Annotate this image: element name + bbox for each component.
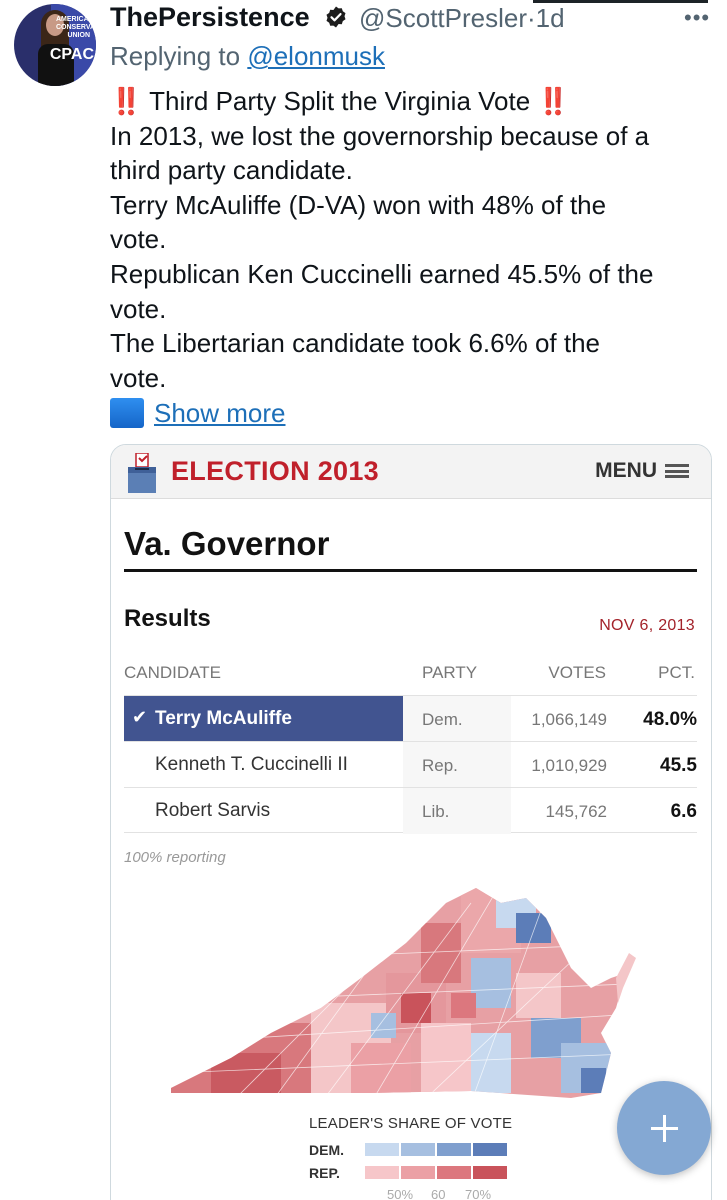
legend-dem-swatch: [365, 1143, 399, 1156]
votes: 1,010,929: [531, 756, 607, 775]
pct: 45.5: [660, 755, 697, 776]
legend-rep-swatch: [473, 1166, 507, 1179]
column-header-candidate: CANDIDATE: [124, 663, 221, 682]
results-date: NOV 6, 2013: [599, 617, 695, 634]
legend-dem-swatch: [401, 1143, 435, 1156]
replying-to-link[interactable]: @elonmusk: [247, 41, 385, 71]
candidate-cell: Robert Sarvis: [124, 788, 403, 834]
candidate-name: Terry McAuliffe: [155, 708, 292, 729]
legend-rep-label: REP.: [309, 1165, 340, 1181]
page-title: Va. Governor: [124, 525, 330, 562]
menu-label: MENU: [595, 459, 657, 482]
candidate-name: Robert Sarvis: [155, 800, 271, 821]
legend-tick: 50%: [387, 1187, 414, 1200]
legend-rep-swatch: [437, 1166, 471, 1179]
handle-time: @ScottPresler·1d: [359, 3, 565, 34]
separator: ·: [527, 3, 536, 33]
legend-tick: 70%: [465, 1187, 492, 1200]
tweet-line: The Libertarian candidate took 6.6% of t…: [110, 328, 600, 359]
checkmark-icon: ✔: [132, 707, 148, 727]
avatar-text-small: AMERICAN CONSERVATIVE UNION: [56, 16, 96, 39]
legend-dem-swatch: [437, 1143, 471, 1156]
show-more-row: Show more: [110, 396, 286, 430]
votes: 145,762: [545, 802, 607, 821]
table-row: Kenneth T. Cuccinelli II Rep. 1,010,929 …: [124, 741, 697, 788]
menu-button[interactable]: MENU: [595, 459, 689, 483]
tweet-line: Republican Ken Cuccinelli earned 45.5% o…: [110, 258, 654, 289]
tweet-line: Terry McAuliffe (D-VA) won with 48% of t…: [110, 189, 607, 220]
legend-dem-swatch: [473, 1143, 507, 1156]
show-more-link[interactable]: Show more: [154, 398, 286, 429]
pct: 48.0%: [643, 709, 697, 730]
legend-tick: 60: [431, 1187, 446, 1200]
party: Lib.: [422, 802, 450, 821]
results-heading: Results: [124, 605, 211, 632]
tweet-line: vote.: [110, 362, 167, 393]
avatar-text-large: CPAC: [49, 46, 94, 63]
column-header-party: PARTY: [422, 663, 478, 682]
avatar[interactable]: AMERICAN CONSERVATIVE UNION CPAC: [14, 4, 96, 86]
column-header-pct: PCT.: [658, 663, 695, 682]
party-cell: Rep.: [403, 742, 511, 788]
pct: 6.6: [670, 801, 697, 822]
virginia-county-map: [171, 888, 636, 1098]
verified-badge-icon: [326, 6, 346, 28]
tweet-text: ‼️ Third Party Split the Virginia Vote ‼…: [110, 84, 720, 395]
reporting-status: 100% reporting: [124, 849, 226, 866]
replying-prefix: Replying to: [110, 41, 241, 71]
more-options-icon[interactable]: •••: [684, 5, 710, 31]
replying-to: Replying to @elonmusk: [110, 41, 385, 72]
table-row: ✔ Terry McAuliffe Dem. 1,066,149 48.0%: [124, 695, 697, 742]
hamburger-icon: [665, 464, 689, 478]
tweet-line: third party candidate.: [110, 155, 353, 186]
candidate-name: Kenneth T. Cuccinelli II: [155, 754, 348, 775]
tweet-image[interactable]: ELECTION 2013 MENU Va. Governor Results …: [110, 444, 712, 1200]
tweet-line: vote.: [110, 224, 167, 255]
display-name[interactable]: ThePersistence: [110, 2, 310, 33]
legend-rep-swatch: [365, 1166, 399, 1179]
compose-button[interactable]: [617, 1081, 711, 1175]
column-header-votes: VOTES: [548, 663, 606, 682]
party-cell: Lib.: [403, 788, 511, 834]
tweet-line: vote.: [110, 293, 167, 324]
election-header: ELECTION 2013 MENU: [111, 445, 711, 499]
party: Dem.: [422, 710, 463, 729]
blue-square-icon: [110, 398, 144, 428]
tweet-line: ‼️ Third Party Split the Virginia Vote ‼…: [110, 86, 570, 116]
title-divider: [124, 569, 697, 572]
legend-dem-label: DEM.: [309, 1142, 344, 1158]
time-ago[interactable]: 1d: [536, 3, 565, 33]
handle[interactable]: @ScottPresler: [359, 3, 527, 33]
ballot-box-icon: [128, 453, 156, 493]
party: Rep.: [422, 756, 458, 775]
table-row: Robert Sarvis Lib. 145,762 6.6: [124, 787, 697, 834]
votes: 1,066,149: [531, 710, 607, 729]
election-title: ELECTION 2013: [171, 456, 379, 486]
tweet-line: In 2013, we lost the governorship becaus…: [110, 120, 650, 151]
party-cell: Dem.: [403, 696, 511, 742]
candidate-cell: Kenneth T. Cuccinelli II: [124, 742, 403, 788]
legend-title: LEADER'S SHARE OF VOTE: [309, 1115, 513, 1132]
legend-rep-swatch: [401, 1166, 435, 1179]
candidate-cell: ✔ Terry McAuliffe: [124, 696, 403, 742]
